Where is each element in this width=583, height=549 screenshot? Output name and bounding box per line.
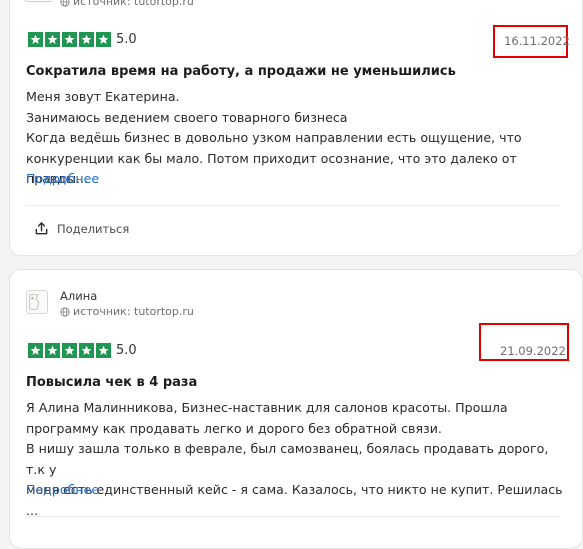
source-text: источник: tutortop.ru [73, 305, 194, 318]
globe-icon [60, 0, 70, 7]
review-source: источник: tutortop.ru [60, 305, 194, 318]
star-icon [79, 343, 94, 358]
star-icon [62, 32, 77, 47]
review-date: 16.11.2022 [504, 34, 570, 48]
rating-score: 5.0 [116, 343, 137, 358]
divider [26, 205, 560, 206]
review-body: Я Алина Малинникова, Бизнес-наставник дл… [26, 400, 563, 518]
star-icon [28, 343, 43, 358]
share-icon [35, 222, 48, 235]
review-title: Сократила время на работу, а продажи не … [26, 64, 456, 79]
review-title: Повысила чек в 4 раза [26, 375, 198, 390]
review-date: 21.09.2022 [500, 344, 566, 358]
star-icon [96, 32, 111, 47]
divider [26, 516, 560, 517]
read-more-link[interactable]: Подробнее [26, 482, 99, 497]
broken-image-icon [29, 294, 40, 310]
rating-stars [28, 343, 111, 358]
star-icon [45, 343, 60, 358]
avatar [24, 0, 52, 2]
star-icon [79, 32, 94, 47]
source-text: источник: tutortop.ru [73, 0, 194, 8]
share-button[interactable]: Поделиться [34, 221, 129, 236]
star-icon [62, 343, 77, 358]
star-icon [96, 343, 111, 358]
review-card: Алина источник: tutortop.ru 5.0 21.09.20… [9, 269, 583, 549]
star-icon [45, 32, 60, 47]
avatar [26, 290, 48, 314]
review-author: Алина [60, 289, 98, 303]
rating-stars [28, 32, 111, 47]
rating-score: 5.0 [116, 32, 137, 47]
star-icon [28, 32, 43, 47]
share-label: Поделиться [57, 221, 130, 236]
read-more-link[interactable]: Подробнее [26, 171, 99, 186]
review-body: Меня зовут Екатерина. Занимаюсь ведением… [26, 89, 522, 186]
review-card: источник: tutortop.ru 5.0 16.11.2022 Сок… [9, 0, 583, 256]
review-source: источник: tutortop.ru [60, 0, 194, 8]
globe-icon [60, 306, 70, 317]
